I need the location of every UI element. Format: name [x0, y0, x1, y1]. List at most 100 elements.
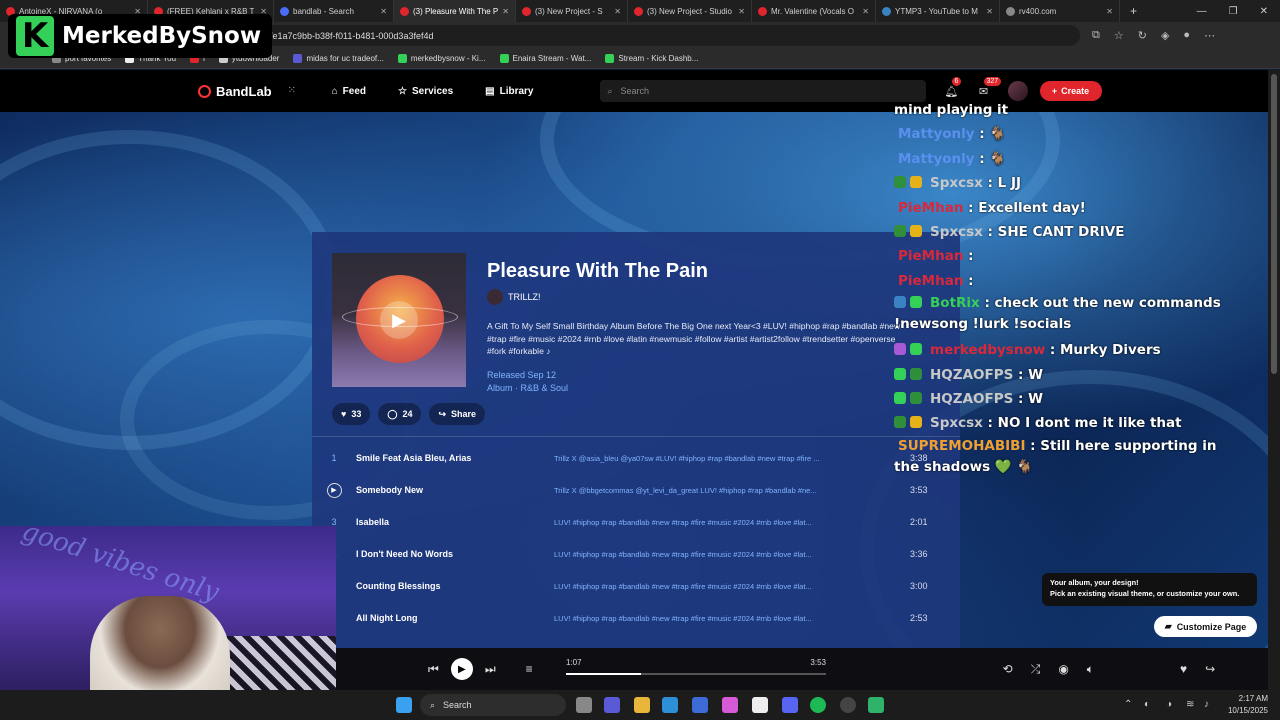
- browser-tab[interactable]: (3) Pleasure With The P ✕: [394, 0, 516, 22]
- wifi-icon[interactable]: ≋: [1186, 699, 1194, 710]
- bookmark-item[interactable]: merkedbysnow - Ki...: [397, 54, 486, 63]
- close-tab-icon[interactable]: ✕: [738, 7, 745, 16]
- favorites-icon[interactable]: ☆: [1114, 29, 1124, 42]
- queue-icon[interactable]: ≡: [526, 662, 533, 676]
- edge-icon[interactable]: [662, 697, 678, 713]
- next-track-icon[interactable]: ⏭: [485, 662, 496, 677]
- nav-services[interactable]: ☆ Services: [398, 86, 453, 97]
- track-row[interactable]: 4I Don't Need No WordsLUV! #hiphop #rap …: [312, 538, 960, 570]
- share-icon: ↪: [438, 408, 446, 419]
- bookmark-item[interactable]: Enaira Stream - Wat...: [499, 54, 591, 63]
- track-name[interactable]: Counting Blessings: [356, 581, 554, 591]
- close-tab-icon[interactable]: ✕: [380, 7, 387, 16]
- bookmark-item[interactable]: midas for uc tradeof...: [293, 54, 384, 63]
- task-view-icon[interactable]: [576, 697, 592, 713]
- track-name[interactable]: All Night Long: [356, 613, 554, 623]
- comments-button[interactable]: ◯ 24: [378, 403, 422, 425]
- tray-app2-icon[interactable]: ◑: [1166, 699, 1172, 710]
- search-input[interactable]: ⌕ Search: [599, 80, 926, 102]
- artist-link[interactable]: TRILLZ!: [487, 289, 541, 305]
- restore-icon[interactable]: ❐: [1229, 6, 1238, 17]
- browser-tab[interactable]: (3) New Project - S ✕: [516, 0, 628, 22]
- nav-library[interactable]: ▤ Library: [485, 86, 533, 97]
- apps-grid-icon[interactable]: ⁙: [288, 85, 300, 97]
- share-button[interactable]: ↪ Share: [429, 403, 486, 425]
- like-button[interactable]: ♥ 33: [332, 403, 371, 425]
- clock[interactable]: 2:17 AM 10/15/2025: [1228, 693, 1268, 717]
- repeat-icon[interactable]: ⟲: [1003, 662, 1013, 676]
- track-name[interactable]: Somebody New: [356, 485, 554, 495]
- track-duration: 2:01: [910, 517, 928, 527]
- track-row[interactable]: 1 Smile Feat Asia Bleu, Arias Trillz X @as…: [312, 442, 960, 474]
- messages-button[interactable]: ✉ 327: [976, 76, 1002, 98]
- previous-track-icon[interactable]: ⏮: [428, 662, 439, 677]
- spotify-icon[interactable]: [810, 697, 826, 713]
- track-name[interactable]: Smile Feat Asia Bleu, Arias: [356, 453, 554, 463]
- paint-roller-icon: ▰: [1164, 621, 1172, 631]
- browser-tab[interactable]: bandlab - Search ✕: [274, 0, 394, 22]
- menu-icon[interactable]: ⋯: [1204, 29, 1215, 42]
- browser-tab[interactable]: YTMP3 - YouTube to M ✕: [876, 0, 1000, 22]
- taskbar-search[interactable]: ⌕ Search: [420, 694, 566, 716]
- chat-message: mind playing it: [894, 98, 1224, 122]
- track-name[interactable]: Isabella: [356, 517, 554, 527]
- track-play-icon[interactable]: ▶: [326, 482, 342, 498]
- chat-badge-icon: [910, 392, 922, 405]
- app-icon[interactable]: [752, 697, 768, 713]
- shield-icon[interactable]: ◈: [1161, 29, 1169, 42]
- chat-username: Spxcsx: [930, 175, 983, 192]
- bookmark-item[interactable]: Stream - Kick Dashb...: [605, 54, 698, 63]
- store-icon[interactable]: [692, 697, 708, 713]
- copilot-icon[interactable]: [722, 697, 738, 713]
- speaker-icon[interactable]: ♪: [1204, 699, 1209, 710]
- tab-favicon-icon: [280, 6, 289, 16]
- share-track-icon[interactable]: ↪: [1205, 662, 1215, 676]
- chat-text: : Excellent day!: [963, 199, 1086, 216]
- profile-icon[interactable]: ●: [1183, 29, 1190, 42]
- close-window-icon[interactable]: ✕: [1260, 6, 1268, 17]
- tray-app-icon[interactable]: ◐: [1144, 699, 1150, 710]
- track-row[interactable]: ▶ Somebody New Trillz X @bbgetcommas @yt_l…: [312, 474, 960, 506]
- close-tab-icon[interactable]: ✕: [986, 7, 993, 16]
- teams-icon[interactable]: [604, 697, 620, 713]
- progress-bar[interactable]: [566, 673, 826, 675]
- nav-feed[interactable]: ⌂ Feed: [332, 86, 366, 97]
- cast-icon[interactable]: ◉: [1058, 662, 1068, 676]
- close-tab-icon[interactable]: ✕: [1106, 7, 1113, 16]
- discord-icon[interactable]: [782, 697, 798, 713]
- close-tab-icon[interactable]: ✕: [862, 7, 869, 16]
- play-button[interactable]: ▶: [450, 658, 473, 680]
- page-scrollbar[interactable]: [1268, 70, 1280, 690]
- extensions-icon[interactable]: ⧉: [1092, 29, 1100, 42]
- volume-icon[interactable]: 🔈︎: [1087, 662, 1094, 677]
- notes-icon[interactable]: [868, 697, 884, 713]
- cover-play-icon[interactable]: ▶: [380, 301, 418, 339]
- close-tab-icon[interactable]: ✕: [614, 7, 621, 16]
- customize-page-button[interactable]: ▰ Customize Page: [1154, 616, 1257, 637]
- close-tab-icon[interactable]: ✕: [502, 7, 509, 16]
- album-cover[interactable]: ▶: [332, 253, 466, 387]
- minimize-icon[interactable]: —: [1197, 6, 1207, 17]
- notification-badge: 6: [951, 76, 962, 86]
- like-track-icon[interactable]: ♥: [1180, 662, 1187, 676]
- obs-icon[interactable]: [840, 697, 856, 713]
- track-name[interactable]: I Don't Need No Words: [356, 549, 554, 559]
- track-row[interactable]: 3 Isabella LUV! #hiphop #rap #bandlab #new…: [312, 506, 960, 538]
- track-row[interactable]: 6All Night LongLUV! #hiphop #rap #bandla…: [312, 602, 960, 634]
- bookmark-favicon-icon: [605, 54, 615, 63]
- notifications-button[interactable]: 🔔︎ 6: [944, 76, 962, 98]
- shuffle-icon[interactable]: ⤮: [1031, 662, 1041, 677]
- history-icon[interactable]: ↻: [1138, 29, 1147, 42]
- file-explorer-icon[interactable]: [634, 697, 650, 713]
- album-genre[interactable]: Album · R&B & Soul: [487, 382, 568, 395]
- track-row[interactable]: 5Counting BlessingsLUV! #hiphop #rap #ba…: [312, 570, 960, 602]
- track-duration: 3:36: [910, 549, 928, 559]
- browser-tab[interactable]: Mr. Valentine (Vocals O ✕: [752, 0, 876, 22]
- album-actions: ♥ 33 ◯ 24 ↪ Share: [332, 403, 486, 425]
- tray-chevron-icon[interactable]: ⌃: [1124, 699, 1132, 710]
- new-tab-icon[interactable]: +: [1130, 4, 1137, 18]
- browser-tab[interactable]: rv400.com ✕: [1000, 0, 1120, 22]
- browser-tab[interactable]: (3) New Project - Studio ✕: [628, 0, 752, 22]
- bandlab-logo[interactable]: BandLab: [198, 84, 272, 99]
- start-icon[interactable]: [396, 697, 412, 713]
